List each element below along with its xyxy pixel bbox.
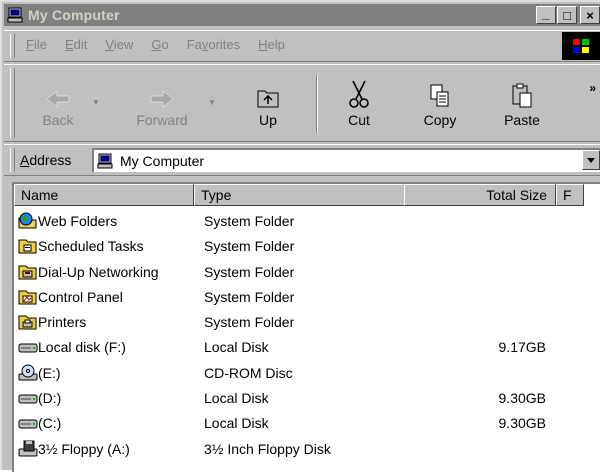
list-item-dial-up-networking[interactable]: Dial-Up Networking System Folder	[14, 260, 594, 285]
printers-icon	[18, 315, 37, 330]
hard-disk-icon	[18, 419, 38, 429]
menu-edit[interactable]: Edit	[65, 37, 87, 52]
up-button[interactable]: Up	[238, 75, 298, 128]
file-list-view[interactable]: Name Type F Total Size Web Folders Syste…	[12, 182, 600, 472]
forward-dropdown-icon[interactable]: ▼	[208, 98, 216, 107]
up-folder-icon	[257, 90, 279, 108]
scheduled-tasks-icon	[18, 239, 37, 254]
back-button[interactable]: Back	[28, 75, 88, 128]
back-dropdown-icon[interactable]: ▼	[92, 98, 100, 107]
list-item-local-disk-d[interactable]: (D:) Local Disk 9.30GB	[14, 386, 594, 411]
hard-disk-icon	[18, 343, 38, 353]
cut-button[interactable]: Cut	[329, 75, 389, 128]
list-item-local-disk-c[interactable]: (C:) Local Disk 9.30GB	[14, 411, 594, 436]
windows-logo-icon	[562, 32, 600, 60]
title-bar[interactable]: My Computer _ □ ×	[4, 4, 600, 26]
toolbar-more-chevron-icon[interactable]: »	[589, 81, 596, 95]
list-item-cd-rom-e[interactable]: (E:) CD-ROM Disc	[14, 361, 594, 386]
column-header-name[interactable]: Name	[14, 184, 194, 206]
my-computer-icon	[97, 153, 113, 169]
back-arrow-icon	[46, 90, 70, 108]
address-dropdown-button[interactable]	[582, 150, 600, 170]
menu-bar-grip[interactable]	[10, 34, 15, 58]
standard-toolbar: Back ▼ Forward ▼ Up Cut Copy Paste »	[4, 64, 600, 142]
copy-icon	[430, 84, 449, 107]
toolbar-grip[interactable]	[10, 68, 15, 138]
window-title: My Computer	[28, 7, 120, 23]
floppy-disk-icon	[18, 440, 38, 457]
dialup-networking-icon	[18, 265, 37, 280]
list-item-floppy-a[interactable]: 3½ Floppy (A:) 3½ Inch Floppy Disk	[14, 437, 594, 462]
list-item-local-disk-f[interactable]: Local disk (F:) Local Disk 9.17GB	[14, 335, 594, 360]
list-item-web-folders[interactable]: Web Folders System Folder	[14, 209, 594, 234]
column-header-total-size[interactable]: Total Size	[404, 184, 556, 206]
scissors-icon	[349, 80, 369, 108]
list-item-printers[interactable]: Printers System Folder	[14, 310, 594, 335]
hard-disk-icon	[18, 394, 38, 404]
forward-button[interactable]: Forward	[120, 75, 204, 128]
list-item-scheduled-tasks[interactable]: Scheduled Tasks System Folder	[14, 234, 594, 259]
paste-button[interactable]: Paste	[492, 75, 552, 128]
close-button[interactable]: ×	[580, 6, 600, 24]
paste-clipboard-icon	[512, 83, 532, 108]
menu-help[interactable]: Help	[258, 37, 285, 52]
maximize-button[interactable]: □	[557, 6, 577, 24]
menu-go[interactable]: Go	[151, 37, 168, 52]
control-panel-icon	[18, 290, 37, 305]
minimize-button[interactable]: _	[536, 6, 556, 24]
menu-bar: File Edit View Go Favorites Help	[4, 30, 600, 62]
menu-view[interactable]: View	[105, 37, 133, 52]
menu-favorites[interactable]: Favorites	[187, 37, 240, 52]
file-list-rows: Web Folders System Folder Scheduled Task…	[14, 209, 594, 462]
address-bar-grip[interactable]	[10, 148, 15, 172]
minimize-icon: _	[542, 5, 550, 21]
list-item-control-panel[interactable]: Control Panel System Folder	[14, 285, 594, 310]
menu-file[interactable]: File	[26, 37, 47, 52]
address-label: Address	[20, 152, 72, 168]
address-value: My Computer	[120, 153, 205, 169]
chevron-down-icon	[587, 157, 595, 163]
web-folders-icon	[18, 212, 37, 229]
forward-arrow-icon	[150, 90, 174, 108]
my-computer-window: My Computer _ □ × File Edit View Go Favo…	[0, 0, 600, 472]
copy-button[interactable]: Copy	[410, 75, 470, 128]
column-header-free[interactable]: F	[556, 184, 584, 206]
toolbar-separator	[316, 75, 318, 133]
my-computer-icon	[7, 7, 23, 23]
close-icon: ×	[586, 7, 594, 23]
address-input[interactable]: My Computer	[92, 148, 600, 172]
cd-rom-icon	[18, 364, 38, 381]
address-bar: Address My Computer	[4, 144, 600, 176]
maximize-icon: □	[563, 7, 571, 23]
